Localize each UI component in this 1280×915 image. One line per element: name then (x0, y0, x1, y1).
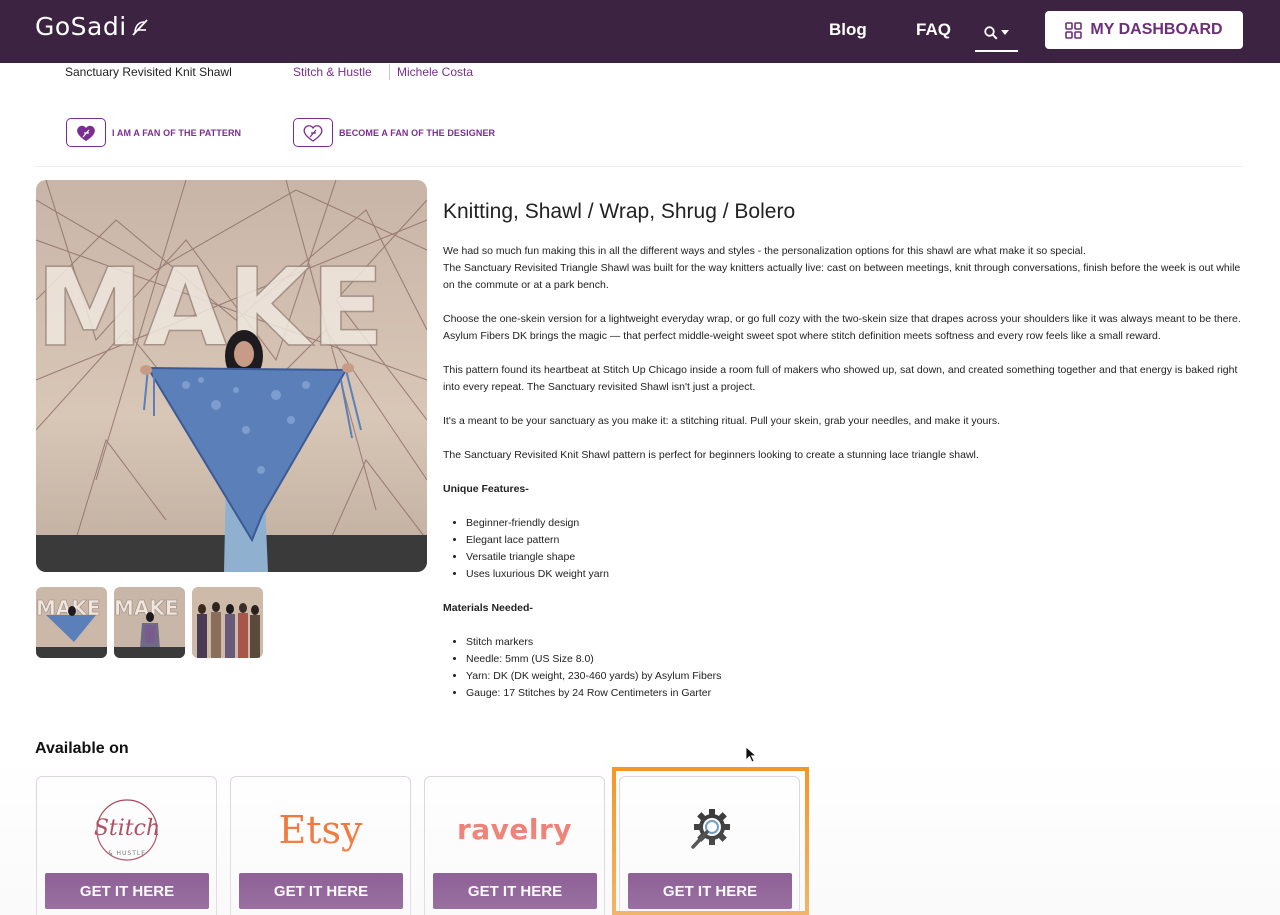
gosadi-logo[interactable]: GoSadi (35, 12, 151, 41)
product-category-title: Knitting, Shawl / Wrap, Shrug / Bolero (443, 200, 796, 223)
available-on-heading: Available on (35, 740, 129, 757)
mouse-cursor-icon (745, 746, 757, 763)
shawl-photo: MAKE (36, 180, 427, 572)
description-line: We had so much fun making this in all th… (443, 245, 1086, 257)
materials-list: Stitch markers Needle: 5mm (US Size 8.0)… (466, 634, 1243, 702)
ravelry-logo-text: ravelry (456, 813, 573, 846)
store-card-other: GET IT HERE (619, 776, 800, 915)
description-paragraph: We had so much fun making this in all th… (443, 243, 1243, 294)
thumbnail-2-image: MAKE (114, 587, 185, 658)
designer-link[interactable]: Michele Costa (397, 65, 473, 79)
gear-search-icon (690, 808, 730, 849)
etsy-logo-text: Etsy (278, 807, 363, 852)
logo-leaf-icon (132, 18, 148, 36)
fan-pattern-icon-box (66, 118, 106, 147)
material-item: Gauge: 17 Stitches by 24 Row Centimeters… (466, 685, 1243, 702)
thumbnail-3[interactable] (192, 587, 263, 658)
stitch-hustle-logo-mark: Stitch & HUSTLE (93, 798, 160, 861)
hustle-logo-text: & HUSTLE (107, 850, 145, 857)
etsy-logo[interactable]: Etsy (231, 787, 410, 872)
nav-blog-link[interactable]: Blog (829, 20, 867, 40)
my-dashboard-button[interactable]: MY DASHBOARD (1045, 11, 1243, 49)
dashboard-label: MY DASHBOARD (1090, 21, 1223, 38)
description-paragraph: Choose the one-skein version for a light… (443, 313, 1241, 342)
section-divider (35, 166, 1243, 167)
stitch-hustle-logo[interactable]: Stitch & HUSTLE (37, 787, 216, 872)
main-product-image[interactable]: MAKE (36, 180, 427, 572)
thumbnail-2[interactable]: MAKE (114, 587, 185, 658)
dashboard-grid-icon (1065, 21, 1083, 39)
nav-faq-link[interactable]: FAQ (916, 20, 951, 40)
pattern-name: Sanctuary Revisited Knit Shawl (65, 65, 232, 79)
store-card-etsy: Etsy GET IT HERE (230, 776, 411, 915)
logo-text: GoSadi (35, 12, 127, 41)
link-separator (389, 64, 390, 80)
search-icon (984, 26, 998, 40)
feature-item: Beginner-friendly design (466, 515, 1243, 532)
fan-of-pattern-button[interactable]: I AM A FAN OF THE PATTERN (66, 118, 241, 147)
search-toggle[interactable] (975, 16, 1018, 52)
material-item: Stitch markers (466, 634, 1243, 651)
description-paragraph: This pattern found its heartbeat at Stit… (443, 364, 1238, 393)
caret-down-icon (1001, 30, 1009, 35)
thumbnail-1[interactable]: MAKE (36, 587, 107, 658)
wall-letters-text: MAKE (36, 246, 385, 371)
heart-leaf-icon (77, 125, 95, 141)
fan-designer-icon-box (293, 118, 333, 147)
top-navbar: GoSadi Blog FAQ MY DASHBOARD (0, 0, 1280, 63)
ravelry-logo[interactable]: ravelry (425, 787, 604, 872)
feature-item: Elegant lace pattern (466, 532, 1243, 549)
product-description: We had so much fun making this in all th… (443, 243, 1243, 719)
fan-designer-label: BECOME A FAN OF THE DESIGNER (339, 127, 496, 138)
get-it-here-button-etsy[interactable]: GET IT HERE (239, 873, 403, 909)
get-it-here-button-ravelry[interactable]: GET IT HERE (433, 873, 597, 909)
fan-of-designer-button[interactable]: BECOME A FAN OF THE DESIGNER (293, 118, 495, 147)
thumbnail-1-image: MAKE (36, 587, 107, 658)
get-it-here-button-other[interactable]: GET IT HERE (628, 873, 792, 909)
description-line: The Sanctuary Revisited Triangle Shawl w… (443, 262, 1241, 291)
other-store-logo[interactable] (620, 787, 799, 872)
get-it-here-button-stitch[interactable]: GET IT HERE (45, 873, 209, 909)
heart-outline-leaf-icon (303, 124, 323, 142)
materials-heading: Materials Needed- (443, 602, 533, 614)
material-item: Yarn: DK (DK weight, 230-460 yards) by A… (466, 668, 1243, 685)
brand-link[interactable]: Stitch & Hustle (293, 65, 372, 79)
store-card-ravelry: ravelry GET IT HERE (424, 776, 605, 915)
features-heading: Unique Features- (443, 483, 529, 495)
thumbnail-3-image (192, 587, 263, 658)
material-item: Needle: 5mm (US Size 8.0) (466, 651, 1243, 668)
feature-item: Uses luxurious DK weight yarn (466, 566, 1243, 583)
feature-item: Versatile triangle shape (466, 549, 1243, 566)
description-paragraph: It's a meant to be your sanctuary as you… (443, 415, 1001, 427)
description-paragraph: The Sanctuary Revisited Knit Shawl patte… (443, 449, 979, 461)
features-list: Beginner-friendly design Elegant lace pa… (466, 515, 1243, 583)
fan-pattern-label: I AM A FAN OF THE PATTERN (112, 127, 242, 138)
store-card-stitch-hustle: Stitch & HUSTLE GET IT HERE (36, 776, 217, 915)
stitch-logo-text: Stitch (93, 816, 159, 841)
